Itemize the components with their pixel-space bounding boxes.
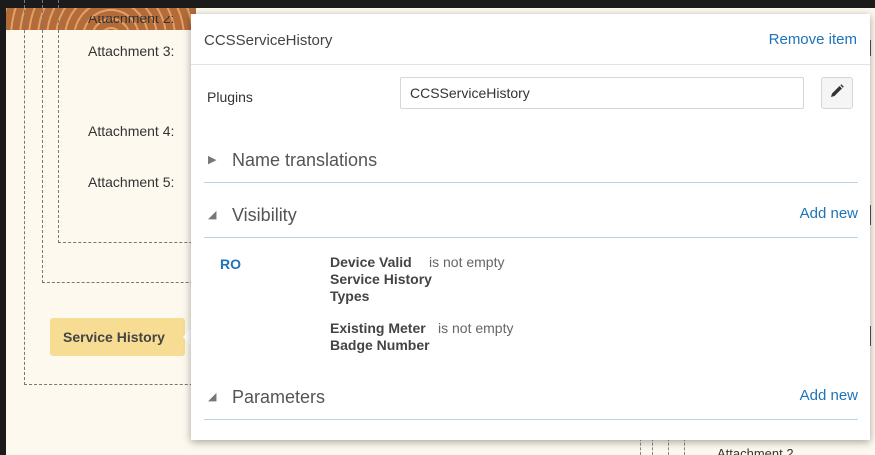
condition-operator: is not empty: [429, 254, 505, 270]
section-title: Parameters: [232, 387, 326, 407]
divider: [870, 326, 871, 346]
popover-header: CCSServiceHistory Remove item: [191, 14, 870, 65]
container-outline: [652, 438, 653, 455]
pencil-icon: [830, 83, 844, 103]
remove-item-link[interactable]: Remove item: [769, 31, 857, 48]
popover-title: CCSServiceHistory: [204, 32, 333, 49]
container-outline: [684, 438, 685, 455]
container-outline: [640, 438, 641, 455]
condition-field: Device Valid Service History Types: [330, 254, 432, 304]
triangle-right-icon: ▶: [208, 154, 217, 166]
triangle-down-icon: ◢: [208, 209, 217, 221]
edit-plugin-button[interactable]: [821, 77, 853, 109]
section-visibility[interactable]: ◢ Visibility Add new: [204, 191, 858, 238]
visibility-mode[interactable]: RO: [220, 256, 241, 272]
section-name-translations[interactable]: ▶ Name translations: [204, 142, 858, 183]
divider: [870, 205, 871, 225]
condition-operator: is not empty: [438, 320, 514, 336]
attachment-3-label: Attachment 3:: [88, 43, 175, 59]
section-title: Visibility: [232, 205, 297, 225]
divider: [870, 40, 871, 56]
add-visibility-rule-link[interactable]: Add new: [800, 205, 858, 222]
add-parameter-link[interactable]: Add new: [800, 387, 858, 404]
service-history-tab-label: Service History: [63, 329, 165, 345]
section-title: Name translations: [232, 150, 378, 170]
attachment-4-label: Attachment 4:: [88, 123, 175, 139]
item-properties-popover: CCSServiceHistory Remove item Plugins CC…: [191, 14, 870, 440]
attachment-2-label: Attachment 2: [717, 446, 794, 455]
attachment-5-label: Attachment 5:: [88, 174, 175, 190]
plugins-label: Plugins: [207, 89, 253, 105]
container-outline: [668, 438, 669, 455]
triangle-down-icon: ◢: [208, 391, 217, 403]
condition-field: Existing Meter Badge Number: [330, 320, 430, 353]
plugins-field[interactable]: CCSServiceHistory: [400, 77, 804, 109]
service-history-tab[interactable]: Service History: [50, 318, 185, 356]
section-parameters[interactable]: ◢ Parameters Add new: [204, 372, 858, 420]
attachment-2-label: Attachment 2:: [88, 16, 175, 26]
